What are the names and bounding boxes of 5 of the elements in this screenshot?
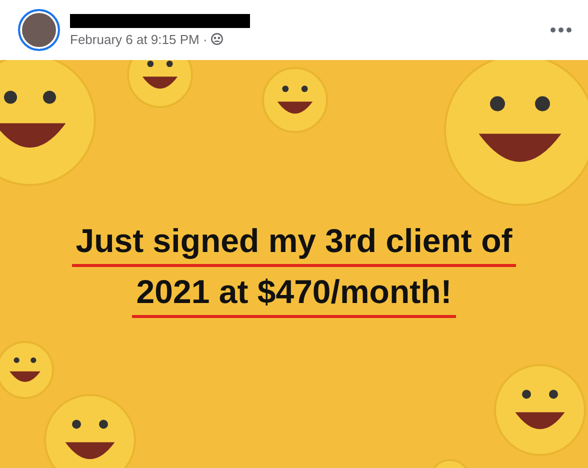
post-timestamp[interactable]: February 6 at 9:15 PM · bbox=[70, 32, 208, 46]
image-caption-text: Just signed my 3rd client of bbox=[72, 222, 516, 267]
more-options-icon[interactable] bbox=[550, 27, 572, 33]
image-caption-text: 2021 at $470/month! bbox=[132, 273, 456, 318]
avatar[interactable] bbox=[18, 9, 60, 51]
